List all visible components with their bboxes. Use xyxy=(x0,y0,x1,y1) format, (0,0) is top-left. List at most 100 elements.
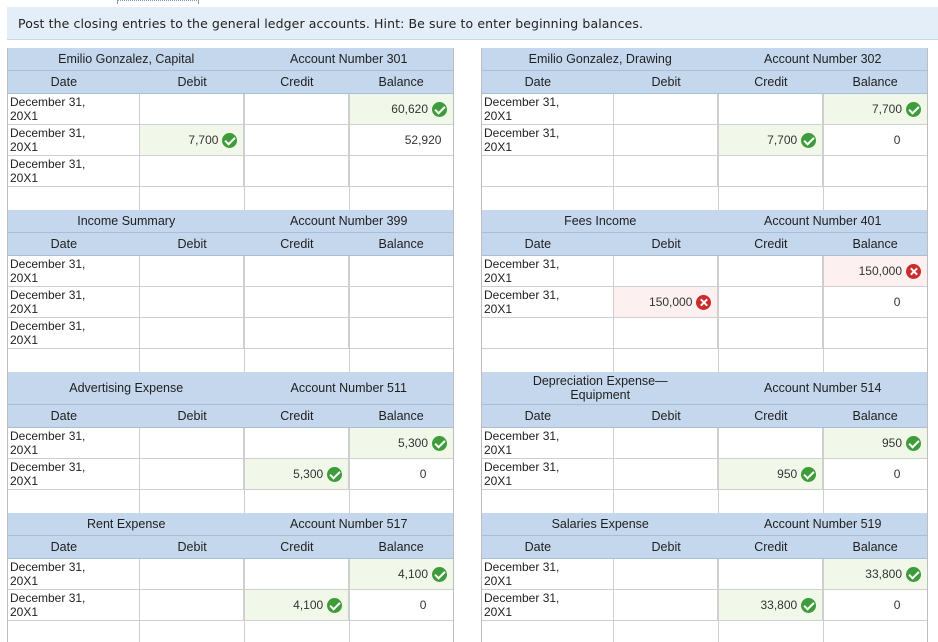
x-icon xyxy=(696,294,712,310)
ledger-row: December 31, 20X1 xyxy=(8,256,453,287)
check-icon xyxy=(432,566,447,582)
account-number: Account Number 514 xyxy=(764,381,882,395)
debit-input[interactable] xyxy=(140,256,245,286)
credit-input[interactable] xyxy=(718,287,824,317)
credit-input[interactable] xyxy=(244,125,350,155)
account-number: Account Number 517 xyxy=(290,517,408,531)
column-header-row: Date Debit Credit Balance xyxy=(482,233,927,256)
debit-input[interactable] xyxy=(614,559,719,589)
credit-input[interactable]: 4,100 xyxy=(244,590,350,620)
account-number: Account Number 519 xyxy=(764,517,882,531)
balance-input[interactable]: 0 xyxy=(823,459,927,489)
credit-input[interactable] xyxy=(718,318,824,348)
balance-input[interactable] xyxy=(823,318,927,348)
credit-input[interactable] xyxy=(244,559,350,589)
debit-input[interactable] xyxy=(614,318,719,348)
debit-input[interactable] xyxy=(614,156,719,186)
ledger-account: Emilio Gonzalez, Capital Account Number 3… xyxy=(7,48,454,210)
instruction-text: Post the closing entries to the general … xyxy=(18,16,644,31)
ledger-account: Rent Expense Account Number 517 Date Debit C… xyxy=(7,513,454,642)
credit-input[interactable] xyxy=(244,428,350,458)
debit-input[interactable] xyxy=(140,428,245,458)
balance-input[interactable] xyxy=(349,156,453,186)
ledger-title-row: Rent Expense Account Number 517 xyxy=(8,513,453,536)
balance-input[interactable]: 0 xyxy=(823,125,927,155)
balance-input[interactable] xyxy=(349,256,453,286)
balance-input[interactable]: 150,000 xyxy=(823,256,927,286)
balance-input[interactable]: 5,300 xyxy=(349,428,453,458)
debit-input[interactable] xyxy=(140,318,245,348)
column-header-balance: Balance xyxy=(378,409,424,423)
check-icon xyxy=(801,466,817,482)
entry-value: 950 xyxy=(777,467,798,481)
credit-input[interactable] xyxy=(718,559,824,589)
credit-input[interactable]: 5,300 xyxy=(244,459,350,489)
debit-input[interactable] xyxy=(140,287,245,317)
credit-input[interactable] xyxy=(244,318,350,348)
credit-input[interactable] xyxy=(718,428,824,458)
balance-input[interactable] xyxy=(349,287,453,317)
account-number: Account Number 302 xyxy=(764,52,882,66)
credit-input[interactable] xyxy=(718,94,824,124)
account-name: Emilio Gonzalez, Drawing xyxy=(528,52,672,66)
column-header-balance: Balance xyxy=(378,237,424,251)
debit-input[interactable] xyxy=(140,459,245,489)
check-icon xyxy=(906,435,921,451)
ledger-row xyxy=(482,318,927,349)
column-header-balance: Balance xyxy=(378,75,424,89)
date-cell: December 31, 20X1 xyxy=(8,287,140,317)
account-name: Income Summary xyxy=(77,214,176,228)
balance-input[interactable] xyxy=(823,156,927,186)
debit-input[interactable]: 150,000 xyxy=(613,287,719,317)
column-divider xyxy=(349,94,350,210)
column-header-row: Date Debit Credit Balance xyxy=(8,405,453,428)
balance-input[interactable] xyxy=(349,318,453,348)
debit-input[interactable] xyxy=(140,590,245,620)
debit-input[interactable] xyxy=(140,94,245,124)
balance-input[interactable]: 0 xyxy=(823,287,927,317)
credit-input[interactable] xyxy=(718,156,824,186)
column-divider xyxy=(718,94,719,210)
column-header-row: Date Debit Credit Balance xyxy=(8,233,453,256)
entry-value: 0 xyxy=(893,295,901,309)
check-icon xyxy=(801,132,817,148)
credit-input[interactable]: 33,800 xyxy=(718,590,824,620)
ledger-row: December 31, 20X1 xyxy=(8,287,453,318)
credit-input[interactable] xyxy=(244,287,350,317)
credit-input[interactable] xyxy=(244,256,350,286)
debit-input[interactable]: 7,700 xyxy=(139,125,245,155)
debit-input[interactable] xyxy=(614,256,719,286)
column-header-date: Date xyxy=(524,237,552,251)
entry-value: 33,800 xyxy=(865,567,902,581)
debit-input[interactable] xyxy=(614,94,719,124)
debit-input[interactable] xyxy=(614,428,719,458)
balance-input[interactable]: 52,920 xyxy=(349,125,453,155)
column-divider xyxy=(823,94,824,210)
column-header-row: Date Debit Credit Balance xyxy=(8,536,453,559)
date-cell: December 31, 20X1 xyxy=(8,559,140,589)
balance-input[interactable]: 60,620 xyxy=(349,94,453,124)
account-name: Depreciation Expense— Equipment xyxy=(532,374,668,402)
balance-input[interactable]: 4,100 xyxy=(349,559,453,589)
credit-input[interactable] xyxy=(718,256,824,286)
column-header-date: Date xyxy=(524,540,552,554)
balance-input[interactable]: 7,700 xyxy=(823,94,927,124)
column-header-credit: Credit xyxy=(754,540,788,554)
credit-input[interactable]: 950 xyxy=(718,459,824,489)
credit-input[interactable] xyxy=(244,156,350,186)
debit-input[interactable] xyxy=(140,156,245,186)
account-number: Account Number 511 xyxy=(290,381,407,395)
debit-input[interactable] xyxy=(614,590,719,620)
credit-input[interactable] xyxy=(244,94,350,124)
balance-input[interactable]: 33,800 xyxy=(823,559,927,589)
balance-input[interactable]: 950 xyxy=(823,428,927,458)
debit-input[interactable] xyxy=(614,459,719,489)
ledger-row: December 31, 20X1 33,800 0 xyxy=(482,590,927,621)
balance-input[interactable]: 0 xyxy=(349,590,453,620)
debit-input[interactable] xyxy=(140,559,245,589)
balance-input[interactable]: 0 xyxy=(823,590,927,620)
debit-input[interactable] xyxy=(614,125,719,155)
credit-input[interactable]: 7,700 xyxy=(718,125,824,155)
date-cell xyxy=(482,156,614,186)
balance-input[interactable]: 0 xyxy=(349,459,453,489)
